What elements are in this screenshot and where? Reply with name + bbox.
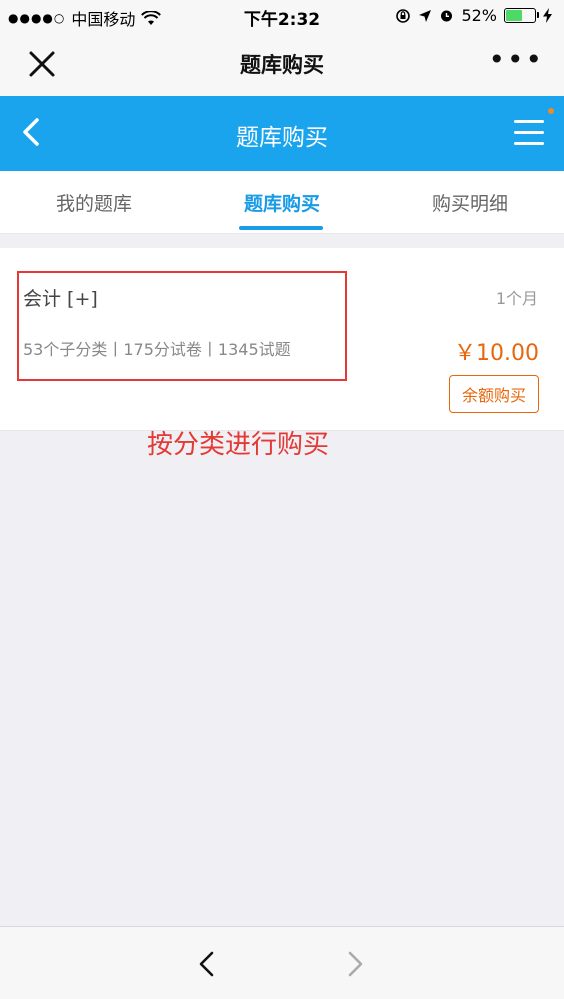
subject-stats: 53个子分类丨175分试卷丨1345试题 — [23, 340, 291, 359]
tab-question-bank-purchase[interactable]: 题库购买 — [188, 189, 376, 216]
status-bar: ●●●●○ 中国移动 下午2:32 52% — [0, 0, 564, 32]
balance-buy-button[interactable]: 余额购买 — [449, 375, 539, 413]
subject-card[interactable]: 会计 [+] 53个子分类丨175分试卷丨1345试题 1个月 ￥10.00 余… — [0, 248, 564, 431]
app-title: 题库购买 — [236, 125, 328, 151]
status-right: 52% — [395, 6, 552, 25]
active-tab-indicator — [239, 226, 323, 230]
charging-bolt-icon — [543, 8, 552, 23]
browser-back-icon[interactable] — [192, 947, 222, 981]
battery-level — [506, 10, 522, 21]
wechat-nav-bar: 题库购买 ••• — [0, 32, 564, 96]
wechat-page-title: 题库购买 — [240, 53, 324, 77]
tab-bar: 我的题库 题库购买 购买明细 — [0, 171, 564, 234]
menu-icon[interactable] — [514, 120, 544, 146]
annotation-text: 按分类进行购买 — [147, 430, 330, 460]
subject-name[interactable]: 会计 [+] — [23, 284, 98, 311]
battery-percent: 52% — [461, 6, 497, 25]
tab-my-question-bank[interactable]: 我的题库 — [0, 189, 188, 216]
battery-icon — [504, 8, 539, 23]
price-label: ￥10.00 — [454, 341, 539, 366]
notification-dot — [548, 108, 554, 114]
browser-bottom-bar — [0, 926, 564, 999]
alarm-icon — [441, 10, 453, 22]
tab-purchase-details[interactable]: 购买明细 — [376, 189, 564, 216]
orientation-lock-icon — [396, 8, 411, 23]
location-icon — [419, 9, 432, 22]
more-options-icon[interactable]: ••• — [488, 46, 544, 74]
subscription-duration: 1个月 — [495, 289, 538, 308]
app-header: 题库购买 — [0, 96, 564, 171]
browser-forward-icon[interactable] — [340, 947, 370, 981]
